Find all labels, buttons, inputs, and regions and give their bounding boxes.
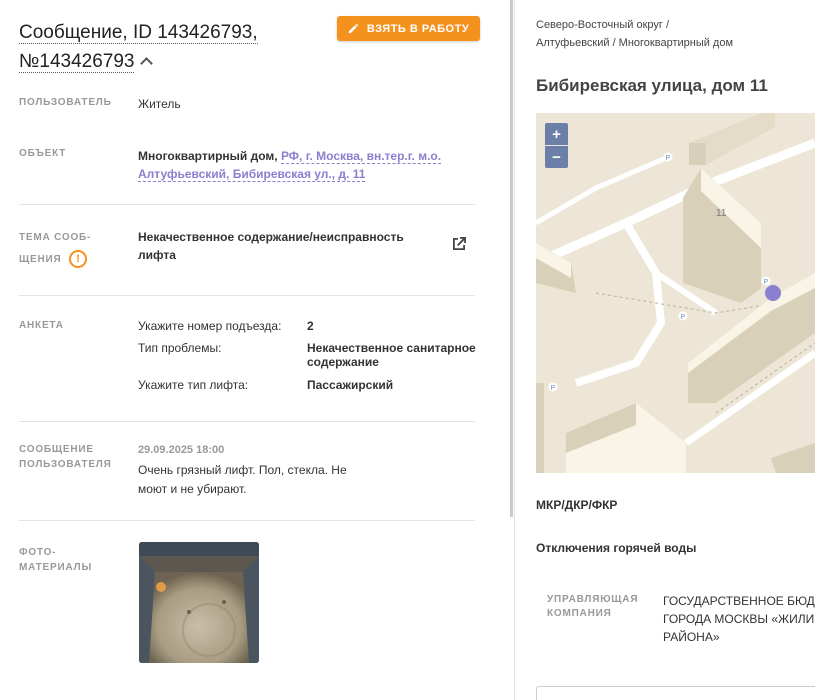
zoom-in-button[interactable]: +: [545, 123, 568, 145]
user-label: ПОЛЬЗОВАТЕЛЬ: [19, 97, 112, 108]
pencil-icon: [348, 23, 359, 34]
divider: [19, 421, 475, 422]
object-type: Многоквартирный дом,: [138, 149, 278, 163]
divider: [19, 520, 475, 521]
object-address-link-2[interactable]: Алтуфьевский, Бибиревская ул., д. 11: [138, 167, 366, 182]
survey-label: АНКЕТА: [19, 320, 64, 331]
open-external-icon[interactable]: [450, 235, 468, 253]
object-label: ОБЪЕКТ: [19, 148, 67, 159]
map-marker[interactable]: [765, 285, 781, 301]
management-value-line2: ГОРОДА МОСКВЫ «ЖИЛИ: [663, 612, 815, 626]
divider: [19, 204, 475, 205]
section-renovation[interactable]: МКР/ДКР/ФКР: [536, 498, 617, 512]
topic-label: ТЕМА СООБ- ЩЕНИЯ!: [19, 227, 91, 271]
survey-question: Укажите тип лифта:: [138, 378, 249, 392]
title-number: №143426793: [19, 51, 135, 73]
photos-label-line1: ФОТО-: [19, 547, 57, 558]
svg-text:P: P: [764, 279, 769, 286]
page-title: Сообщение, ID 143426793, №143426793: [19, 18, 319, 76]
object-value: Многоквартирный дом, РФ, г. Москва, вн.т…: [138, 147, 468, 183]
message-panel: Сообщение, ID 143426793, №143426793 ВЗЯТ…: [0, 0, 510, 700]
management-value-line1: ГОСУДАРСТВЕННОЕ БЮДЖ: [663, 594, 815, 608]
photos-label-line2: МАТЕРИАЛЫ: [19, 562, 93, 573]
chevron-up-icon[interactable]: [140, 57, 154, 70]
svg-text:P: P: [681, 314, 686, 321]
breadcrumb: Северо-Восточный округ / Алтуфьевский / …: [536, 16, 776, 52]
message-label-line1: СООБЩЕНИЕ: [19, 444, 94, 455]
topic-label-line2: ЩЕНИЯ: [19, 254, 62, 265]
object-address-title: Бибиревская улица, дом 11: [536, 76, 768, 95]
bottom-field[interactable]: [536, 686, 815, 700]
take-to-work-button[interactable]: ВЗЯТЬ В РАБОТУ: [337, 16, 480, 41]
management-company-value: ГОСУДАРСТВЕННОЕ БЮДЖ ГОРОДА МОСКВЫ «ЖИЛИ…: [663, 592, 815, 646]
topic-label-line1: ТЕМА СООБ-: [19, 232, 92, 243]
scrollbar[interactable]: [510, 0, 513, 517]
breadcrumb-line1[interactable]: Северо-Восточный округ /: [536, 19, 669, 31]
survey-answer: Некачественное санитарное содержание: [307, 341, 476, 369]
message-text: Очень грязный лифт. Пол, стекла. Не моют…: [138, 463, 347, 496]
warning-icon[interactable]: !: [69, 250, 88, 269]
zoom-out-button[interactable]: −: [545, 146, 568, 168]
object-panel: Северо-Восточный округ / Алтуфьевский / …: [515, 0, 815, 700]
section-hot-water[interactable]: Отключения горячей воды: [536, 541, 696, 555]
management-value-line3: РАЙОНА»: [663, 630, 720, 644]
map-house-number: 11: [716, 208, 727, 219]
survey-answer: Пассажирский: [307, 378, 394, 392]
topic-value: Некачественное содержание/неисправность …: [138, 228, 438, 264]
map[interactable]: 11 P P P P + −: [536, 113, 815, 473]
management-label-line2: КОМПАНИЯ: [547, 608, 612, 619]
survey-question: Тип проблемы:: [138, 341, 222, 355]
title-id: Сообщение, ID 143426793,: [19, 22, 258, 44]
message-date: 29.09.2025 18:00: [138, 444, 225, 456]
survey-question: Укажите номер подъезда:: [138, 319, 282, 333]
topic-line2: лифта: [138, 248, 176, 262]
user-value: Житель: [138, 97, 181, 111]
management-company-label: УПРАВЛЯЮЩАЯ КОМПАНИЯ: [547, 593, 638, 621]
message-label-line2: ПОЛЬЗОВАТЕЛЯ: [19, 459, 112, 470]
message-label: СООБЩЕНИЕ ПОЛЬЗОВАТЕЛЯ: [19, 442, 112, 472]
breadcrumb-line2[interactable]: Алтуфьевский / Многоквартирный дом: [536, 37, 733, 49]
photo-thumbnail[interactable]: [139, 542, 259, 663]
topic-line1: Некачественное содержание/неисправность: [138, 230, 404, 244]
photos-label: ФОТО- МАТЕРИАЛЫ: [19, 545, 92, 575]
take-to-work-label: ВЗЯТЬ В РАБОТУ: [366, 22, 470, 35]
divider: [19, 295, 475, 296]
object-address-link[interactable]: РФ, г. Москва, вн.тер.г. м.о.: [280, 149, 442, 164]
survey-answer: 2: [307, 319, 314, 333]
map-canvas: 11 P P P P: [536, 113, 815, 473]
svg-text:P: P: [666, 155, 671, 162]
svg-text:P: P: [551, 385, 556, 392]
management-label-line1: УПРАВЛЯЮЩАЯ: [547, 594, 639, 605]
